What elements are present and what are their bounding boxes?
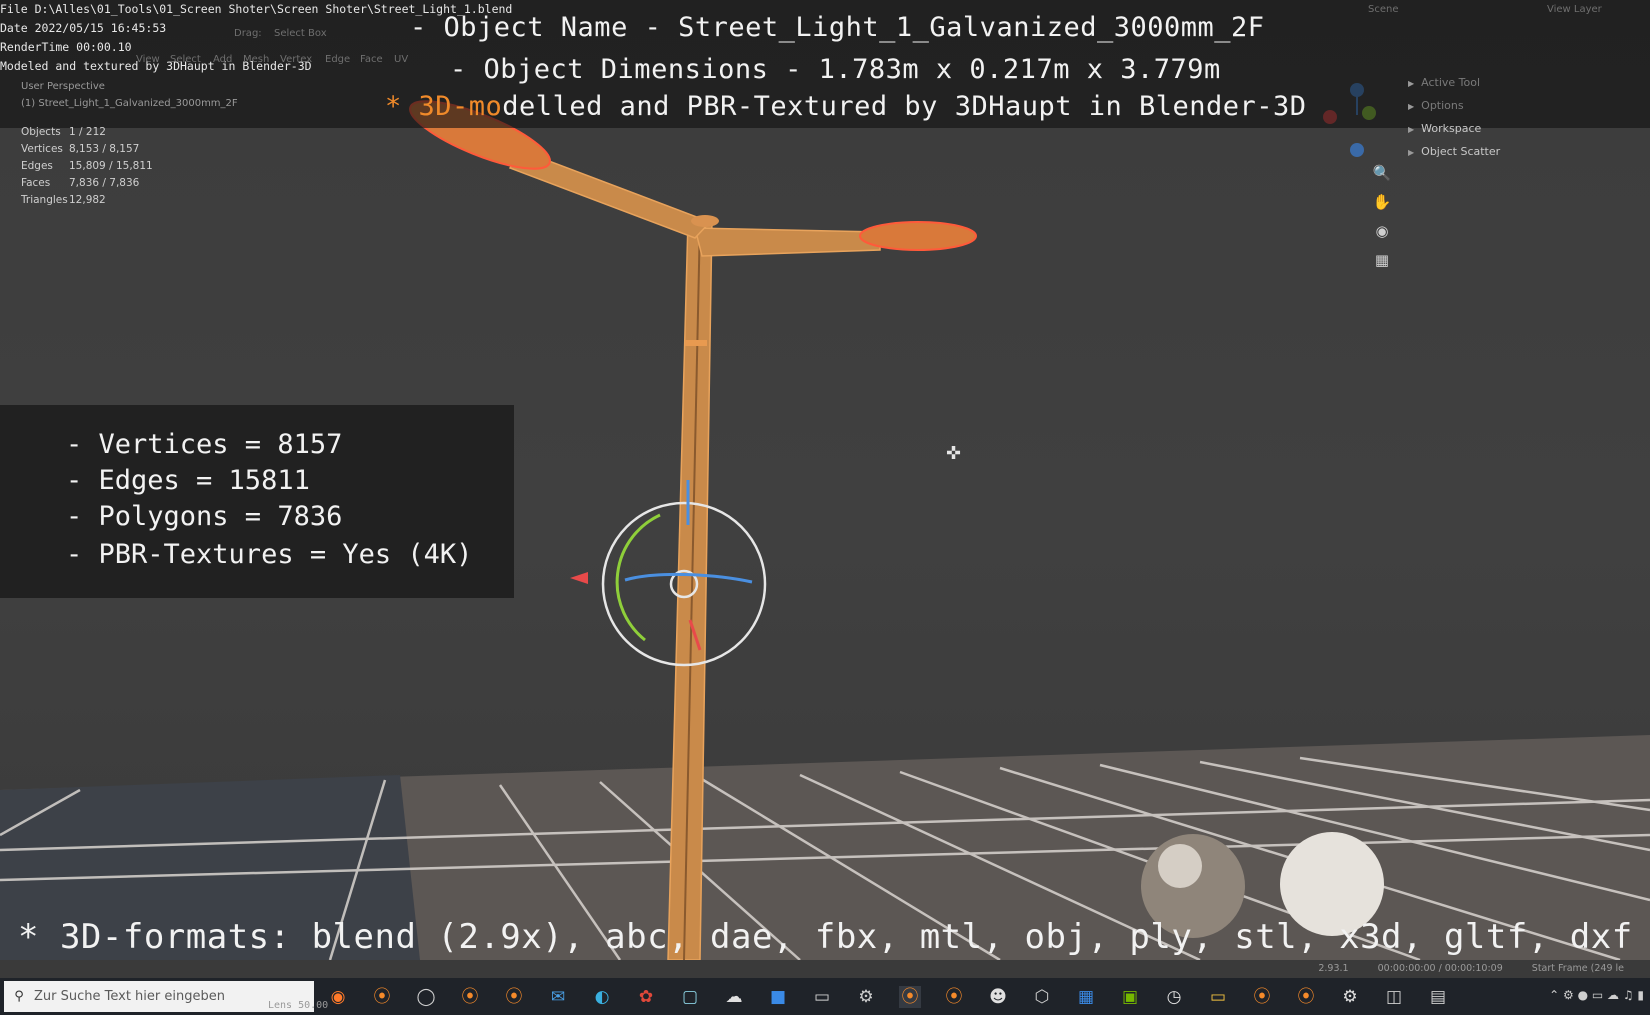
panel-item-options[interactable]: ▶ Options (1408, 99, 1464, 112)
info-pbr-textures: - PBR-Textures = Yes (4K) (66, 539, 473, 570)
formats-caption: * 3D-formats: blend (2.9x), abc, dae, fb… (18, 917, 1633, 957)
info-edges: - Edges = 15811 (66, 465, 310, 496)
hand-pan-icon[interactable]: ✋ (1370, 190, 1394, 214)
menu-edge[interactable]: Edge (325, 54, 350, 65)
menu-face[interactable]: Face (360, 54, 383, 65)
panel-item-workspace[interactable]: ▶ Workspace (1408, 122, 1481, 135)
firefox-icon[interactable]: ◉ (327, 986, 349, 1008)
render-date: Date 2022/05/15 16:45:53 (0, 21, 167, 35)
settings-icon[interactable]: ⚙ (1339, 986, 1361, 1008)
chat-icon[interactable]: ☁ (723, 986, 745, 1008)
mail-icon[interactable]: ✉ (547, 986, 569, 1008)
mesh-info-box: - Vertices = 8157 - Edges = 15811 - Poly… (0, 405, 514, 598)
tool-icon[interactable]: ⚙ (855, 986, 877, 1008)
stat-vertices: Vertices 8,153 / 8,157 (21, 143, 140, 155)
object-dimensions-caption: - Object Dimensions - 1.783m x 0.217m x … (450, 54, 1221, 85)
menu-vertex[interactable]: Vertex (280, 54, 312, 65)
stat-edges: Edges 15,809 / 15,811 (21, 160, 153, 172)
menu-add[interactable]: Add (213, 54, 232, 65)
blender-icon[interactable]: ⦿ (503, 986, 525, 1008)
modelled-by-rest: delled and PBR-Textured by 3DHaupt in Bl… (502, 91, 1307, 122)
collection-label: (1) Street_Light_1_Galvanized_3000mm_2F (21, 98, 238, 109)
info-vertices: - Vertices = 8157 (66, 429, 343, 460)
modelled-by-accent: * 3D-mo (385, 91, 503, 122)
blender-icon[interactable]: ⦿ (1295, 986, 1317, 1008)
view-layer-selector[interactable]: View Layer (1547, 4, 1602, 15)
3d-viewport[interactable]: File D:\Alles\01_Tools\01_Screen Shoter\… (0, 0, 1650, 960)
system-tray[interactable]: ⌃ ⚙ ● ▭ ☁ ♫ ▮ (1549, 988, 1644, 1002)
object-name-caption: - Object Name - Street_Light_1_Galvanize… (410, 12, 1265, 43)
version-label: 2.93.1 (1318, 963, 1349, 974)
blender-icon[interactable]: ⦿ (943, 986, 965, 1008)
blender-icon[interactable]: ⦿ (1251, 986, 1273, 1008)
calendar-icon[interactable]: ▦ (1075, 986, 1097, 1008)
status-bar: 2.93.1 00:00:00:00 / 00:00:10:09 Start F… (1318, 963, 1650, 974)
app-red-icon[interactable]: ✿ (635, 986, 657, 1008)
render-time: RenderTime 00:00.10 (0, 40, 132, 54)
drag-label: Drag: (234, 28, 262, 39)
stat-faces: Faces 7,836 / 7,836 (21, 177, 140, 189)
zoom-icon[interactable]: 🔍 (1370, 161, 1394, 185)
obs-icon[interactable]: ◯ (415, 986, 437, 1008)
scene-selector[interactable]: Scene (1368, 4, 1399, 15)
chrome-sphere-highlight (1158, 844, 1202, 888)
menu-uv[interactable]: UV (394, 54, 408, 65)
cube-icon[interactable]: ⬡ (1031, 986, 1053, 1008)
timeline-time: 00:00:00:00 / 00:00:10:09 (1377, 963, 1503, 974)
blender-icon[interactable]: ⦿ (459, 986, 481, 1008)
stat-triangles: Triangles12,982 (21, 194, 106, 206)
modelled-by-caption: * 3D-modelled and PBR-Textured by 3DHaup… (385, 91, 1307, 122)
terminal-icon[interactable]: ▭ (811, 986, 833, 1008)
start-frame-label: Start Frame (249 le (1531, 963, 1624, 974)
notes-icon[interactable]: ▢ (679, 986, 701, 1008)
app-window-icon[interactable]: ◫ (1383, 986, 1405, 1008)
transform-gizmo[interactable] (570, 480, 767, 667)
search-icon: ⚲ (14, 989, 24, 1004)
sidebar-panel: ▶ Active Tool ▶ Options ▶ Workspace ▶ Object… (1404, 70, 1650, 170)
clock-icon[interactable]: ◷ (1163, 986, 1185, 1008)
edge-icon[interactable]: ◐ (591, 986, 613, 1008)
nvidia-icon[interactable]: ▣ (1119, 986, 1141, 1008)
panel-item-object-scatter[interactable]: ▶ Object Scatter (1408, 145, 1500, 158)
panel-item-active-tool[interactable]: ▶ Active Tool (1408, 76, 1480, 89)
app-window2-icon[interactable]: ▤ (1427, 986, 1449, 1008)
search-placeholder: Zur Suche Text hier eingeben (34, 989, 225, 1004)
blender-icon[interactable]: ⦿ (371, 986, 393, 1008)
folder-icon[interactable]: ▭ (1207, 986, 1229, 1008)
menu-mesh[interactable]: Mesh (243, 54, 269, 65)
info-polygons: - Polygons = 7836 (66, 501, 343, 532)
grid-ortho-icon[interactable]: ▦ (1370, 248, 1394, 272)
stat-objects: Objects 1 / 212 (21, 126, 106, 138)
menu-select[interactable]: Select (170, 54, 201, 65)
windows-taskbar: ⚲ Zur Suche Text hier eingeben Lens 50.00… (0, 978, 1650, 1015)
blender-icon[interactable]: ⦿ (899, 986, 921, 1008)
app-blue-icon[interactable]: ■ (767, 986, 789, 1008)
perspective-label: User Perspective (21, 81, 105, 92)
lens-label: Lens 50.00 (268, 1000, 329, 1011)
panda-icon[interactable]: ☻ (987, 986, 1009, 1008)
3d-cursor-icon[interactable]: ✜ (946, 443, 961, 464)
camera-icon[interactable]: ◉ (1370, 219, 1394, 243)
menu-view[interactable]: View (136, 54, 160, 65)
select-box-dropdown[interactable]: Select Box (274, 28, 327, 39)
